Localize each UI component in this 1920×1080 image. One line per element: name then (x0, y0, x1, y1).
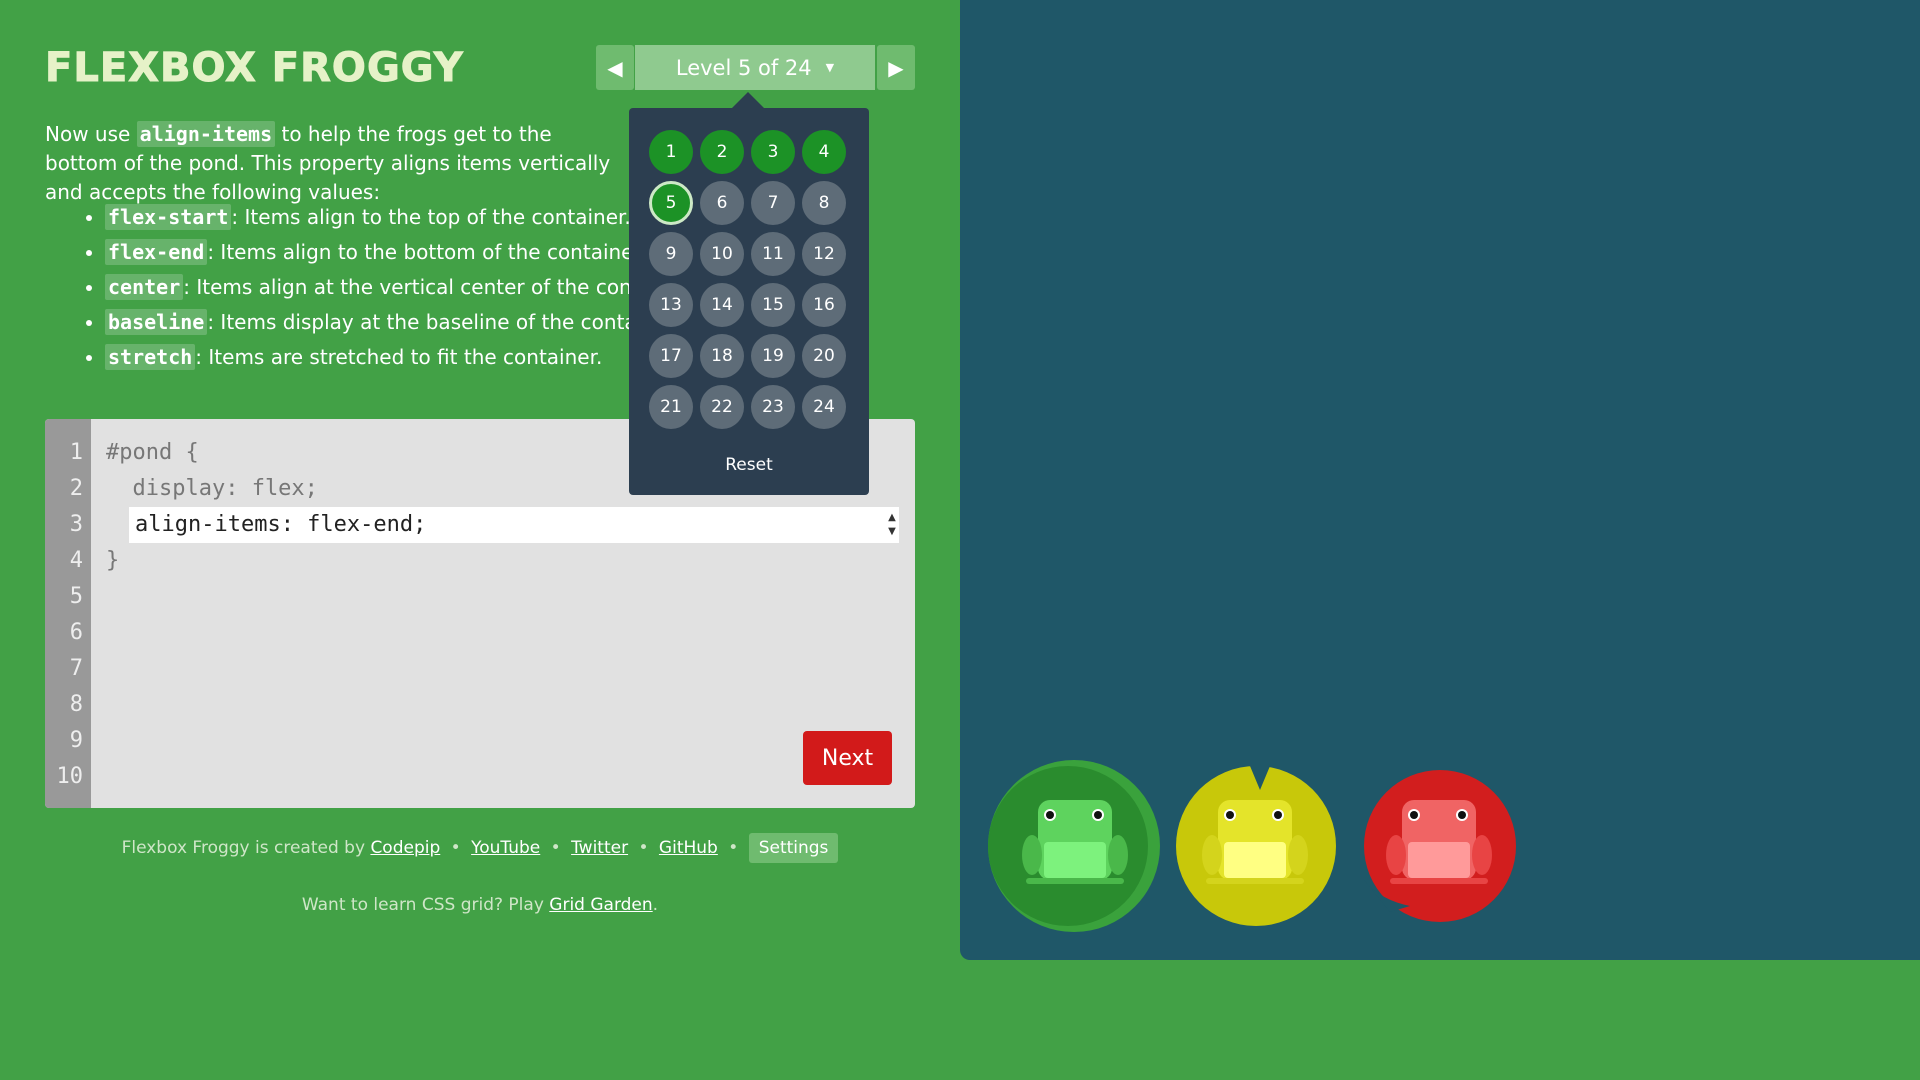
level-button-6[interactable]: 6 (700, 181, 744, 225)
level-button-2[interactable]: 2 (700, 130, 744, 174)
pond-scene (988, 760, 1516, 932)
css-input[interactable]: align-items: flex-end; (129, 507, 899, 543)
youtube-link[interactable]: YouTube (471, 838, 540, 858)
code-line-4: } (106, 548, 120, 573)
grid-garden-link[interactable]: Grid Garden (549, 895, 652, 915)
chevron-down-icon: ▼ (888, 526, 896, 537)
level-button-15[interactable]: 15 (751, 283, 795, 327)
level-button-10[interactable]: 10 (700, 232, 744, 276)
previous-level-button[interactable]: ◀ (596, 45, 634, 90)
list-item: stretch: Items are stretched to fit the … (105, 340, 665, 375)
level-button-20[interactable]: 20 (802, 334, 846, 378)
code-line-1: #pond { (106, 440, 199, 465)
level-button-3[interactable]: 3 (751, 130, 795, 174)
level-button-17[interactable]: 17 (649, 334, 693, 378)
level-button-12[interactable]: 12 (802, 232, 846, 276)
next-level-button[interactable]: ▶ (877, 45, 915, 90)
app-logo[interactable]: FLEXBOX FROGGY (45, 45, 464, 92)
level-button-9[interactable]: 9 (649, 232, 693, 276)
level-button-8[interactable]: 8 (802, 181, 846, 225)
github-link[interactable]: GitHub (659, 838, 718, 858)
values-list: flex-start: Items align to the top of th… (80, 200, 665, 375)
level-label: Level 5 of 24 (675, 55, 812, 80)
line-numbers: 1 2 3 4 5 6 7 8 9 10 (45, 419, 91, 808)
next-button[interactable]: Next (803, 731, 892, 785)
arrow-left-icon: ◀ (607, 55, 623, 80)
levels-grid: 1 2 3 4 5 6 7 8 9 10 11 12 13 14 15 16 17 18 19 20 21 22 23 24 (649, 130, 846, 429)
code-align-items: align-items (136, 121, 276, 147)
level-button-21[interactable]: 21 (649, 385, 693, 429)
level-button-23[interactable]: 23 (751, 385, 795, 429)
codepip-link[interactable]: Codepip (370, 838, 440, 858)
reset-button[interactable]: Reset (629, 455, 869, 475)
level-button-16[interactable]: 16 (802, 283, 846, 327)
arrow-right-icon: ▶ (888, 55, 904, 80)
list-item: baseline: Items display at the baseline … (105, 305, 665, 340)
levels-dropdown: 1 2 3 4 5 6 7 8 9 10 11 12 13 14 15 16 17 18 19 20 21 22 23 24 … (629, 92, 869, 495)
level-button-7[interactable]: 7 (751, 181, 795, 225)
level-button-14[interactable]: 14 (700, 283, 744, 327)
footer-credits: Flexbox Froggy is created by Codepip • Y… (0, 833, 960, 863)
settings-button[interactable]: Settings (748, 833, 839, 863)
level-button-13[interactable]: 13 (649, 283, 693, 327)
caret-down-icon: ▼ (825, 61, 835, 74)
instructions-text: Now use align-items to help the frogs ge… (45, 121, 611, 204)
level-button-19[interactable]: 19 (751, 334, 795, 378)
level-button-24[interactable]: 24 (802, 385, 846, 429)
list-item: center: Items align at the vertical cent… (105, 270, 665, 305)
code-line-2: display: flex; (106, 476, 318, 501)
instructions-panel: FLEXBOX FROGGY ◀ Level 5 of 24 ▼ ▶ Now u… (0, 0, 960, 1080)
level-button-5[interactable]: 5 (649, 181, 693, 225)
footer-grid-garden: Want to learn CSS grid? Play Grid Garden… (301, 895, 659, 915)
level-button-18[interactable]: 18 (700, 334, 744, 378)
level-button-22[interactable]: 22 (700, 385, 744, 429)
chevron-up-icon: ▲ (888, 512, 896, 523)
level-button-1[interactable]: 1 (649, 130, 693, 174)
level-button-4[interactable]: 4 (802, 130, 846, 174)
level-button-11[interactable]: 11 (751, 232, 795, 276)
level-indicator[interactable]: Level 5 of 24 ▼ (635, 45, 875, 90)
level-selector: ◀ Level 5 of 24 ▼ ▶ (596, 45, 915, 90)
list-item: flex-end: Items align to the bottom of t… (105, 235, 665, 270)
list-item: flex-start: Items align to the top of th… (105, 200, 665, 235)
resize-handle[interactable]: ▲ ▼ (885, 509, 899, 541)
twitter-link[interactable]: Twitter (571, 838, 628, 858)
pond (960, 0, 1920, 960)
